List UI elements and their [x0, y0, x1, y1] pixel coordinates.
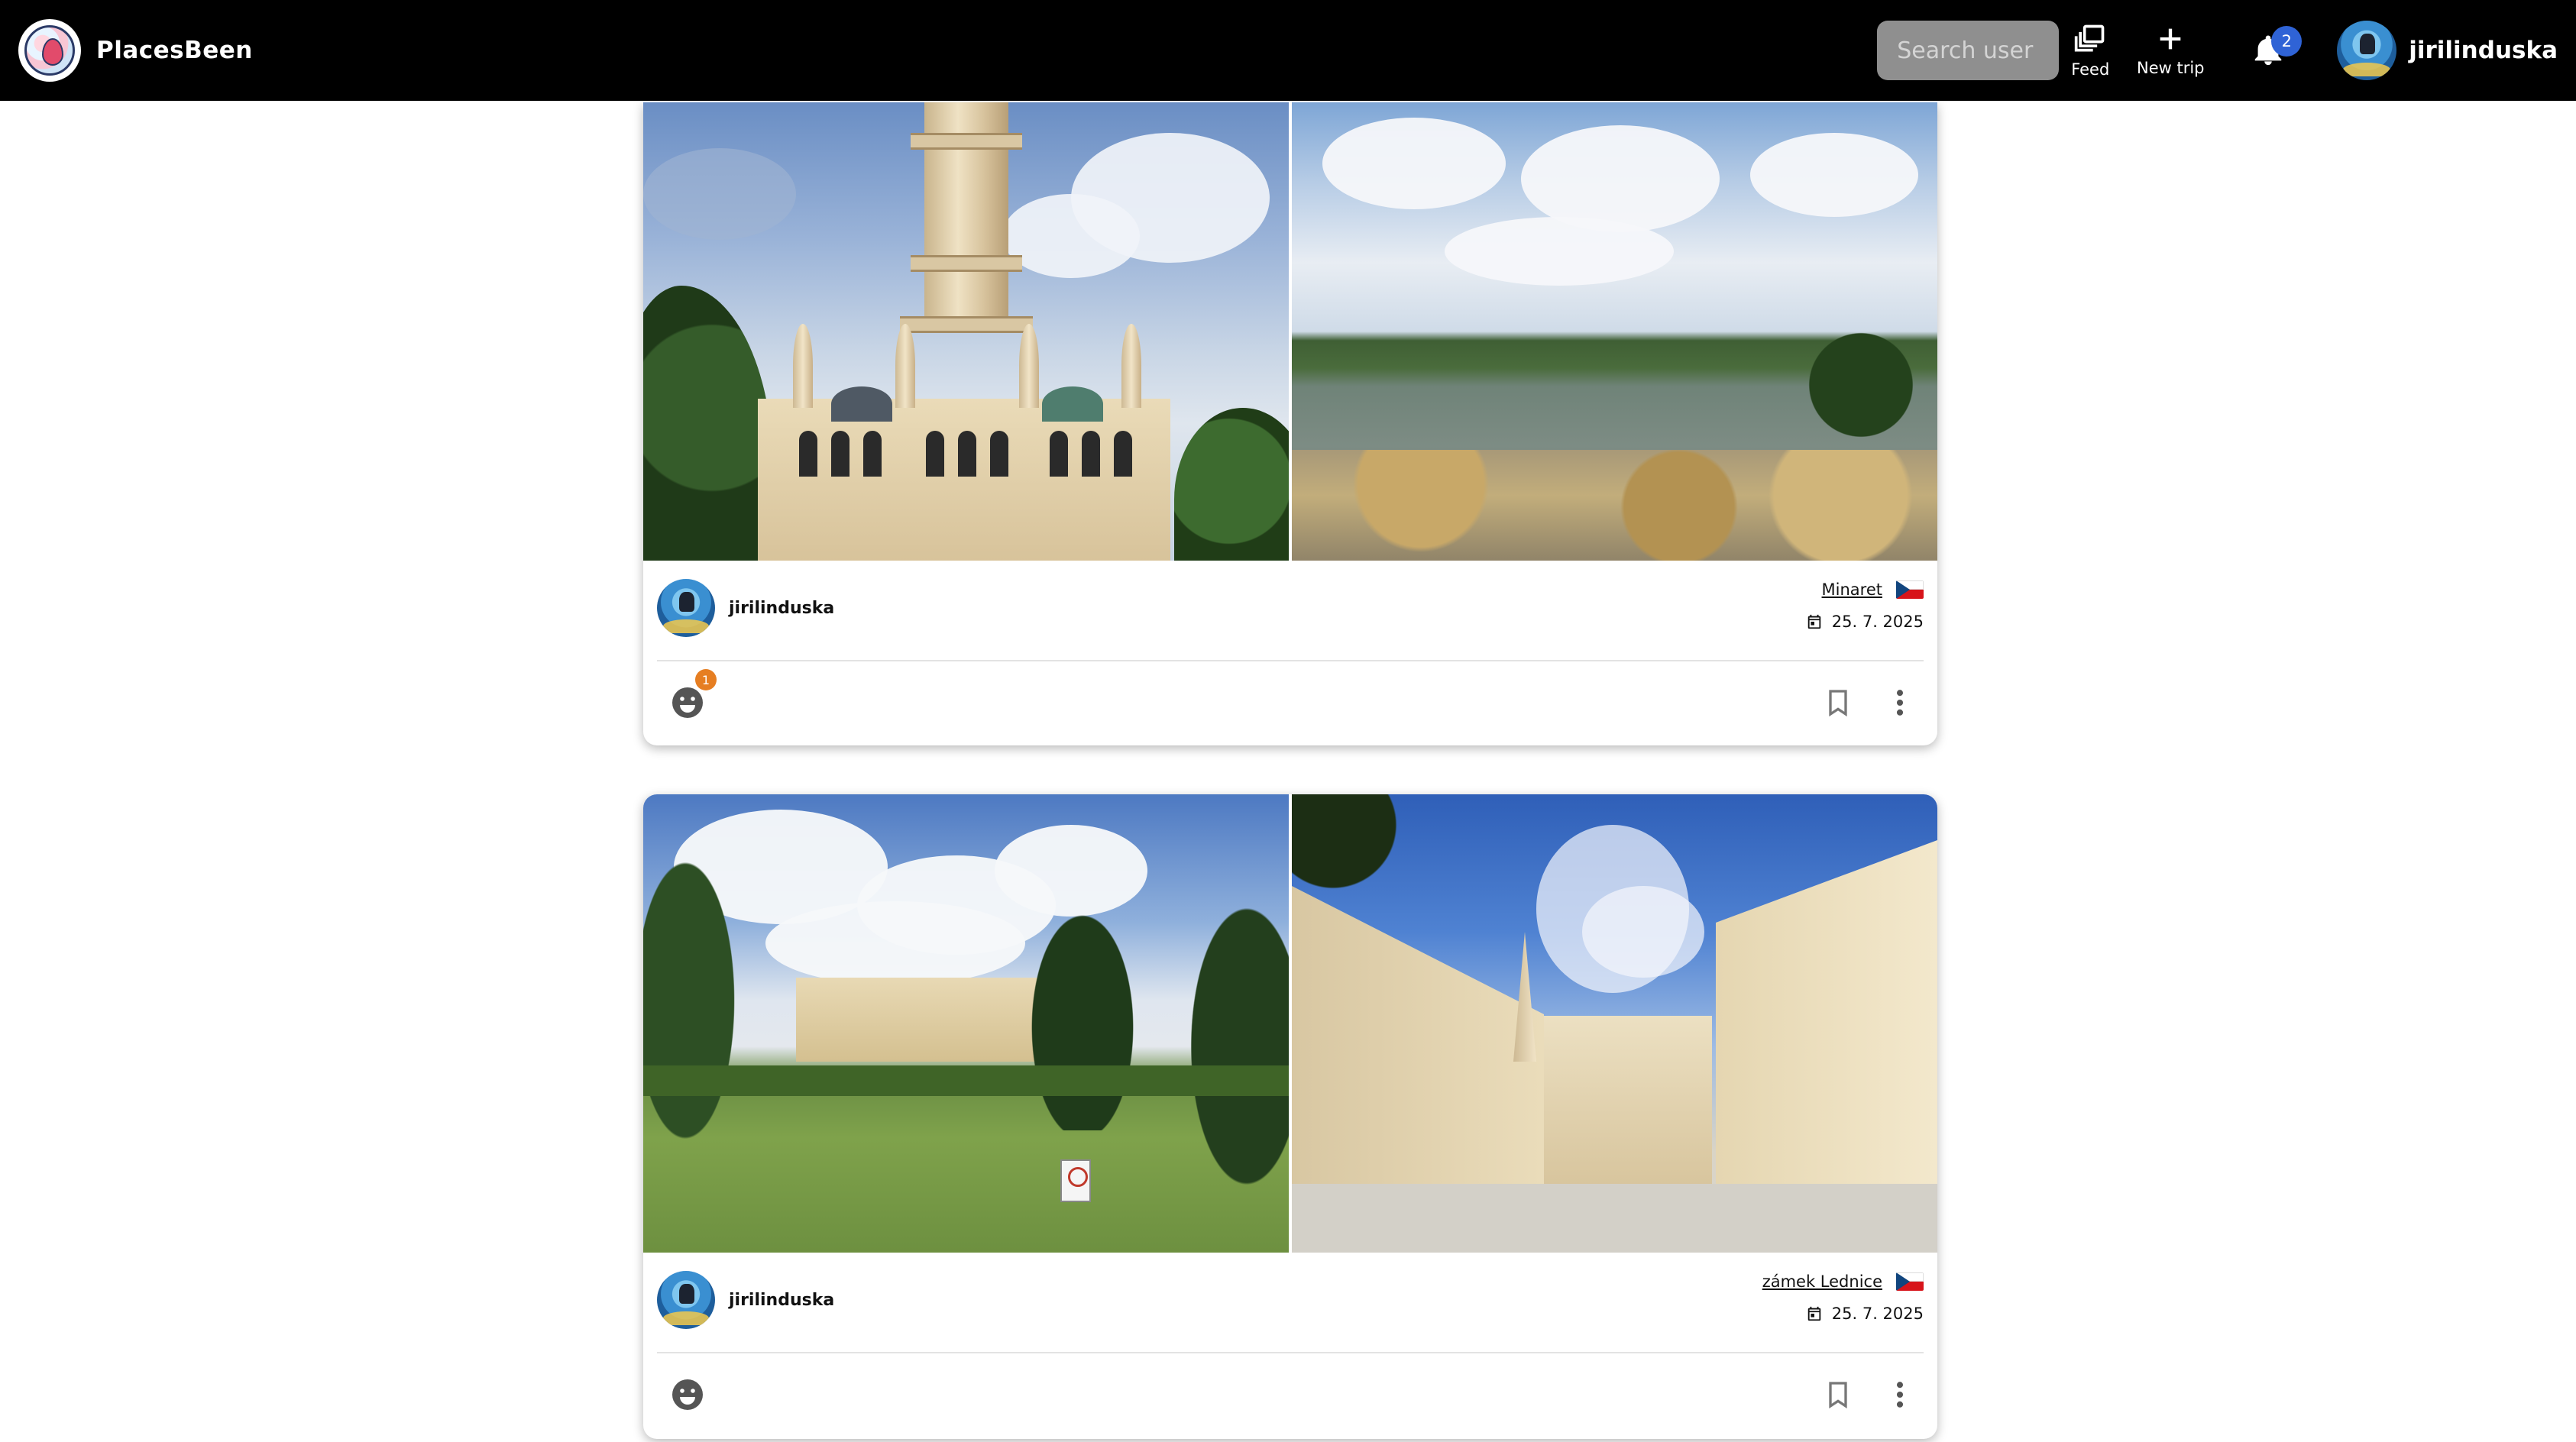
- brand[interactable]: PlacesBeen: [18, 19, 253, 82]
- plus-icon: [2160, 28, 2181, 50]
- post-location-date: Minaret 25. 7. 2025: [1806, 576, 1924, 631]
- post-location-date: zámek Lednice 25. 7. 2025: [1762, 1268, 1924, 1323]
- minaret-tower-photo[interactable]: [643, 102, 1289, 561]
- post-meta: jirilinduska zámek Lednice 25. 7. 2025: [643, 1253, 1937, 1353]
- author-name[interactable]: jirilinduska: [729, 1291, 834, 1310]
- bookmark-icon[interactable]: [1823, 686, 1853, 719]
- app-logo[interactable]: [18, 19, 81, 82]
- reaction-count-badge: 1: [695, 669, 717, 690]
- more-options-icon[interactable]: [1895, 1378, 1905, 1411]
- czech-flag-icon: [1896, 580, 1924, 599]
- post-card: jirilinduska zámek Lednice 25. 7. 2025: [643, 794, 1937, 1439]
- lednice-lake-view-photo[interactable]: [1292, 102, 1937, 561]
- notifications-button[interactable]: 2: [2245, 12, 2303, 89]
- search-user-input[interactable]: [1877, 21, 2060, 80]
- new-trip-label: New trip: [2137, 59, 2205, 77]
- place-link[interactable]: zámek Lednice: [1762, 1272, 1882, 1291]
- top-navigation-bar: PlacesBeen Feed New trip 2 jiri: [0, 0, 2576, 101]
- author-avatar[interactable]: [657, 1271, 715, 1329]
- post-meta: jirilinduska Minaret 25. 7. 2025: [643, 561, 1937, 661]
- czech-flag-icon: [1896, 1272, 1924, 1291]
- post-author[interactable]: jirilinduska: [657, 579, 834, 637]
- smiley-reaction-icon[interactable]: [669, 684, 706, 721]
- author-avatar[interactable]: [657, 579, 715, 637]
- chateau-courtyard-photo[interactable]: [1292, 794, 1937, 1253]
- post-photos: [643, 794, 1937, 1253]
- author-name[interactable]: jirilinduska: [729, 599, 834, 618]
- calendar-icon: [1807, 1306, 1821, 1321]
- chateau-garden-photo[interactable]: [643, 794, 1289, 1253]
- current-username[interactable]: jirilinduska: [2409, 37, 2558, 64]
- post-photos: [643, 102, 1937, 561]
- post-card: jirilinduska Minaret 25. 7. 2025 1: [643, 102, 1937, 745]
- feed-label: Feed: [2071, 60, 2110, 79]
- current-user-menu[interactable]: jirilinduska: [2337, 21, 2558, 80]
- post-date: 25. 7. 2025: [1831, 613, 1924, 631]
- user-avatar[interactable]: [2337, 21, 2397, 80]
- more-options-icon[interactable]: [1895, 686, 1905, 719]
- top-right-controls: Feed New trip 2 jirilinduska: [1877, 0, 2558, 101]
- post-date: 25. 7. 2025: [1831, 1305, 1924, 1323]
- feed-icon: [2075, 24, 2105, 52]
- post-author[interactable]: jirilinduska: [657, 1271, 834, 1329]
- post-actions: [643, 1353, 1937, 1436]
- post-actions: 1: [643, 661, 1937, 744]
- place-link[interactable]: Minaret: [1822, 580, 1882, 599]
- new-trip-button[interactable]: New trip: [2134, 12, 2207, 89]
- notification-count-badge: 2: [2271, 26, 2303, 57]
- app-name[interactable]: PlacesBeen: [96, 37, 253, 64]
- feed-button[interactable]: Feed: [2063, 12, 2117, 89]
- bookmark-icon[interactable]: [1823, 1378, 1853, 1411]
- calendar-icon: [1807, 614, 1821, 629]
- smiley-reaction-icon[interactable]: [669, 1376, 706, 1413]
